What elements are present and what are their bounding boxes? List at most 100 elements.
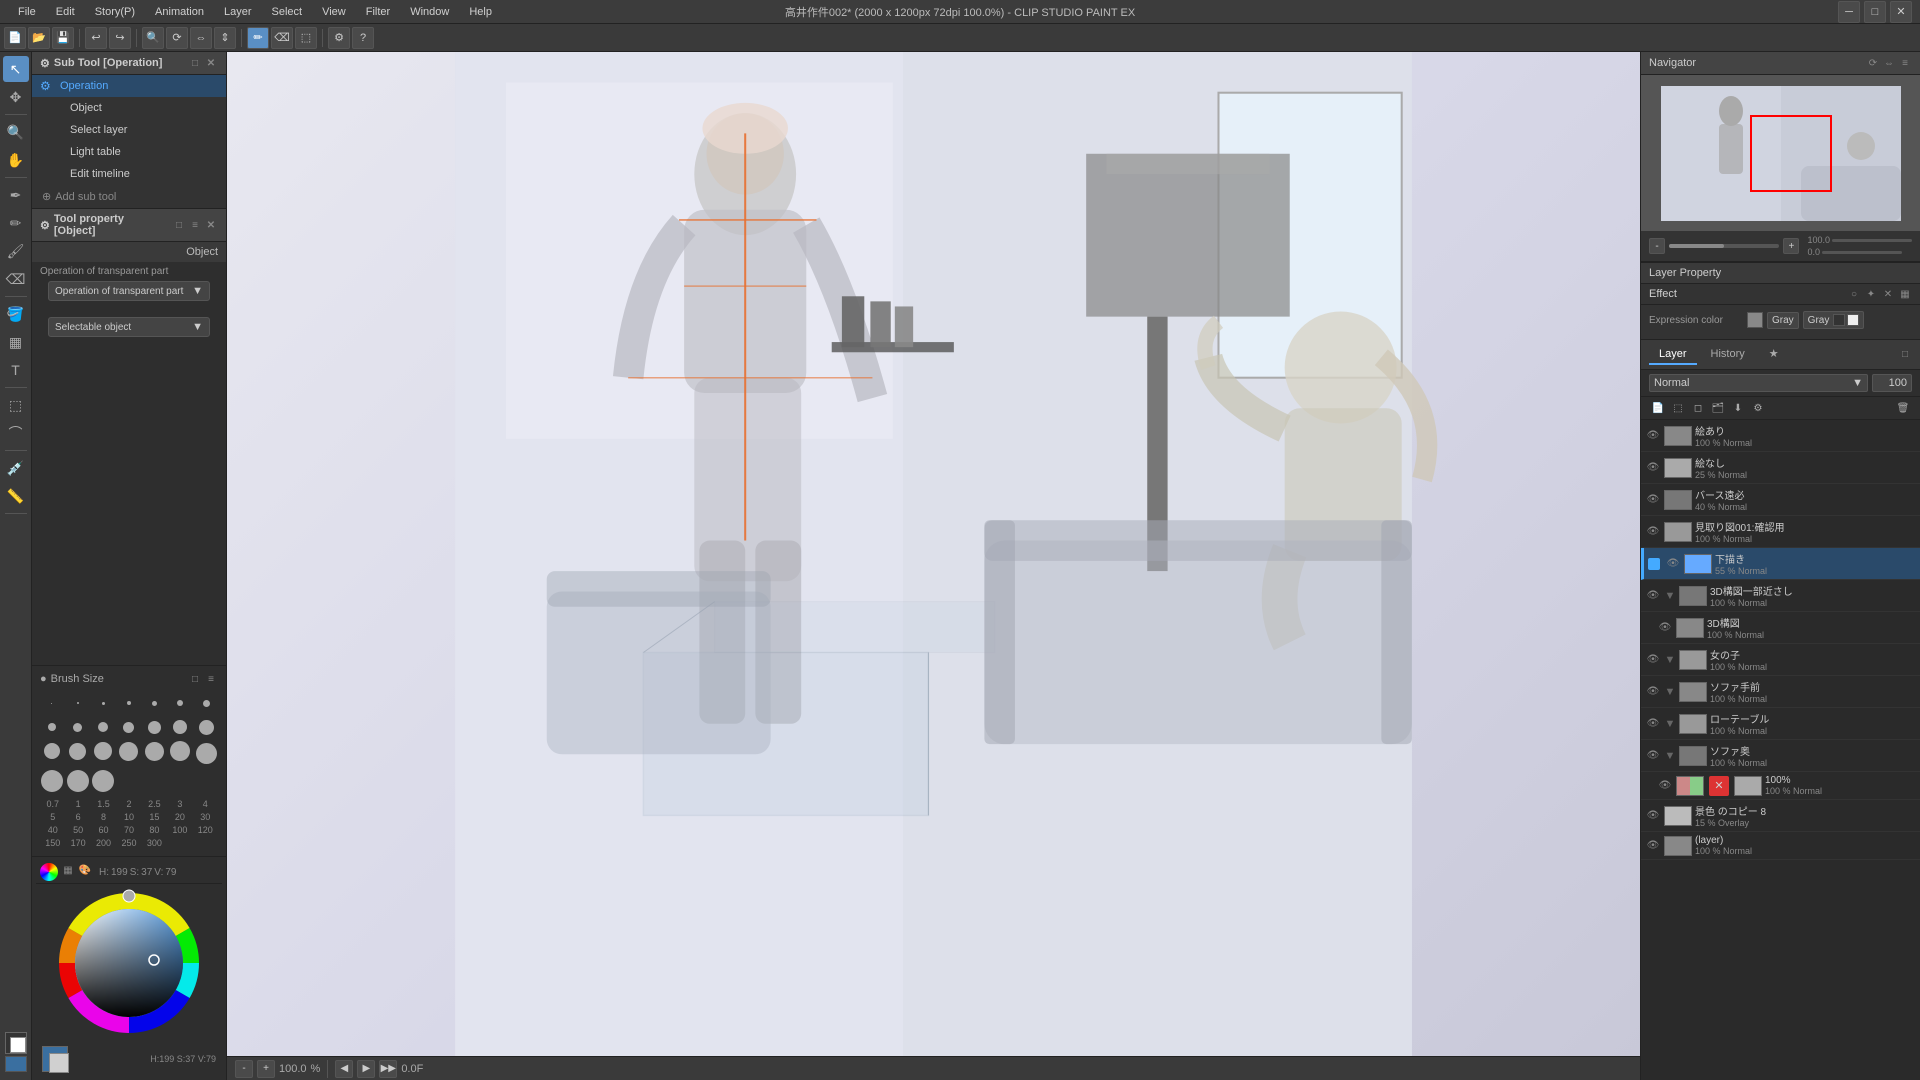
- layer-item-1[interactable]: 👁 絵なし 25 % Normal: [1641, 452, 1920, 484]
- color-picker-btn[interactable]: 🎨: [78, 863, 92, 877]
- layer-item-9[interactable]: 👁 ▼ ローテーブル 100 % Normal: [1641, 708, 1920, 740]
- history-tab[interactable]: History: [1701, 345, 1755, 365]
- tool-move[interactable]: ✥: [3, 84, 29, 110]
- new-group-btn[interactable]: 🗂: [1709, 399, 1727, 417]
- menu-file[interactable]: File: [8, 4, 46, 20]
- expression-color-select[interactable]: Gray: [1767, 312, 1799, 329]
- brush-0.7[interactable]: [40, 692, 64, 714]
- layer-expand-10[interactable]: ▼: [1664, 750, 1676, 762]
- tool-pencil[interactable]: ✏: [3, 210, 29, 236]
- minimize-button[interactable]: ─: [1838, 1, 1860, 23]
- layer-item-2[interactable]: 👁 バース遠必 40 % Normal: [1641, 484, 1920, 516]
- tool-ruler[interactable]: 📏: [3, 483, 29, 509]
- tool-selection[interactable]: ⬚: [3, 392, 29, 418]
- layer-panel-expand[interactable]: □: [1898, 348, 1912, 362]
- layer-item-0[interactable]: 👁 絵あり 100 % Normal: [1641, 420, 1920, 452]
- prop-close-btn[interactable]: ✕: [204, 218, 218, 232]
- layer-tab[interactable]: Layer: [1649, 345, 1697, 365]
- layer-vis-8[interactable]: 👁: [1645, 684, 1661, 700]
- layer-expand-9[interactable]: ▼: [1664, 718, 1676, 730]
- layer-item-4[interactable]: 👁 下描き 55 % Normal: [1641, 548, 1920, 580]
- tool-eraser[interactable]: ⌫: [3, 266, 29, 292]
- tool-zoom[interactable]: 🔍: [3, 119, 29, 145]
- brush-6[interactable]: [66, 716, 90, 738]
- layer-vis-12[interactable]: 👁: [1645, 808, 1661, 824]
- effect-star-icon[interactable]: ✦: [1864, 287, 1878, 301]
- flip-h-button[interactable]: ⇔: [190, 27, 212, 49]
- menu-help[interactable]: Help: [459, 4, 502, 20]
- close-button[interactable]: ✕: [1890, 1, 1912, 23]
- nav-flip-btn[interactable]: ⇔: [1882, 56, 1896, 70]
- maximize-button[interactable]: □: [1864, 1, 1886, 23]
- layer-expand-7[interactable]: ▼: [1664, 654, 1676, 666]
- brush-15[interactable]: [143, 716, 167, 738]
- layer-item-12[interactable]: 👁 景色 のコピー 8 15 % Overlay: [1641, 800, 1920, 832]
- brush-200[interactable]: [91, 768, 115, 794]
- layer-item-10[interactable]: 👁 ▼ ソファ奥 100 % Normal: [1641, 740, 1920, 772]
- color-wheel-btn[interactable]: [40, 863, 58, 881]
- color-slider-btn[interactable]: ▦: [61, 863, 75, 877]
- tool-operation[interactable]: ↖: [3, 56, 29, 82]
- tool-colorpick[interactable]: 💉: [3, 455, 29, 481]
- layer-vis-6[interactable]: 👁: [1657, 620, 1673, 636]
- sub-tool-item-operation[interactable]: ⚙ Operation: [32, 75, 226, 97]
- layer-vis-9[interactable]: 👁: [1645, 716, 1661, 732]
- open-file-button[interactable]: 📂: [28, 27, 50, 49]
- merge-layer-btn[interactable]: ⬇: [1729, 399, 1747, 417]
- rotate-button[interactable]: ⟳: [166, 27, 188, 49]
- save-button[interactable]: 💾: [52, 27, 74, 49]
- menu-edit[interactable]: Edit: [46, 4, 85, 20]
- brush-expand-btn[interactable]: □: [188, 672, 202, 686]
- tool-lasso[interactable]: ⌒: [3, 420, 29, 446]
- canvas-next-frame-btn[interactable]: ▶▶: [379, 1060, 397, 1078]
- redo-button[interactable]: ↪: [109, 27, 131, 49]
- brush-120[interactable]: [194, 740, 218, 766]
- tool-text[interactable]: T: [3, 357, 29, 383]
- background-color-swatch[interactable]: [5, 1032, 27, 1054]
- sub-tool-expand-btn[interactable]: □: [188, 56, 202, 70]
- gray-select-display[interactable]: Gray: [1803, 311, 1865, 329]
- menu-animation[interactable]: Animation: [145, 4, 214, 20]
- sub-tool-item-select-layer[interactable]: Select layer: [32, 119, 226, 141]
- brush-20[interactable]: [169, 716, 193, 738]
- brush-5[interactable]: [40, 716, 64, 738]
- fg-color-box[interactable]: [42, 1046, 68, 1072]
- layer-vis-11[interactable]: 👁: [1657, 778, 1673, 794]
- new-file-button[interactable]: 📄: [4, 27, 26, 49]
- sub-tool-item-light-table[interactable]: Light table: [32, 141, 226, 163]
- help-button[interactable]: ?: [352, 27, 374, 49]
- layer-item-8[interactable]: 👁 ▼ ソファ手前 100 % Normal: [1641, 676, 1920, 708]
- brush-2.5[interactable]: [143, 692, 167, 714]
- new-mask-btn[interactable]: ◻: [1689, 399, 1707, 417]
- tool-brush[interactable]: 🖌: [3, 238, 29, 264]
- layer-vis-0[interactable]: 👁: [1645, 428, 1661, 444]
- star-tab[interactable]: ★: [1759, 344, 1789, 365]
- brush-40[interactable]: [40, 740, 64, 762]
- sub-tool-item-edit-timeline[interactable]: Edit timeline: [32, 163, 226, 185]
- brush-100[interactable]: [169, 740, 193, 762]
- nav-zoom-out-btn[interactable]: -: [1649, 238, 1665, 254]
- layer-item-13[interactable]: 👁 (layer) 100 % Normal: [1641, 832, 1920, 860]
- sub-tool-item-object[interactable]: Object: [32, 97, 226, 119]
- foreground-color-swatch[interactable]: [5, 1056, 27, 1072]
- menu-story[interactable]: Story(P): [85, 4, 145, 20]
- brush-1.5[interactable]: [91, 692, 115, 714]
- selectable-dropdown[interactable]: Selectable object ▼: [48, 317, 210, 337]
- brush-10[interactable]: [117, 716, 141, 738]
- undo-button[interactable]: ↩: [85, 27, 107, 49]
- nav-thumbnail[interactable]: [1661, 86, 1901, 221]
- select-button[interactable]: ⬚: [295, 27, 317, 49]
- nav-menu-btn[interactable]: ≡: [1898, 56, 1912, 70]
- brush-4[interactable]: [194, 692, 218, 714]
- layer-blend-mode[interactable]: Normal ▼: [1649, 374, 1868, 392]
- add-sub-tool-button[interactable]: ⊕ Add sub tool: [32, 185, 226, 208]
- brush-1[interactable]: [66, 692, 90, 714]
- menu-select[interactable]: Select: [262, 4, 313, 20]
- menu-view[interactable]: View: [312, 4, 356, 20]
- zoom-button[interactable]: 🔍: [142, 27, 164, 49]
- delete-layer-btn[interactable]: 🗑: [1894, 399, 1912, 417]
- brush-2[interactable]: [117, 692, 141, 714]
- layer-settings-btn[interactable]: ⚙: [1749, 399, 1767, 417]
- menu-filter[interactable]: Filter: [356, 4, 400, 20]
- brush-3[interactable]: [169, 692, 193, 714]
